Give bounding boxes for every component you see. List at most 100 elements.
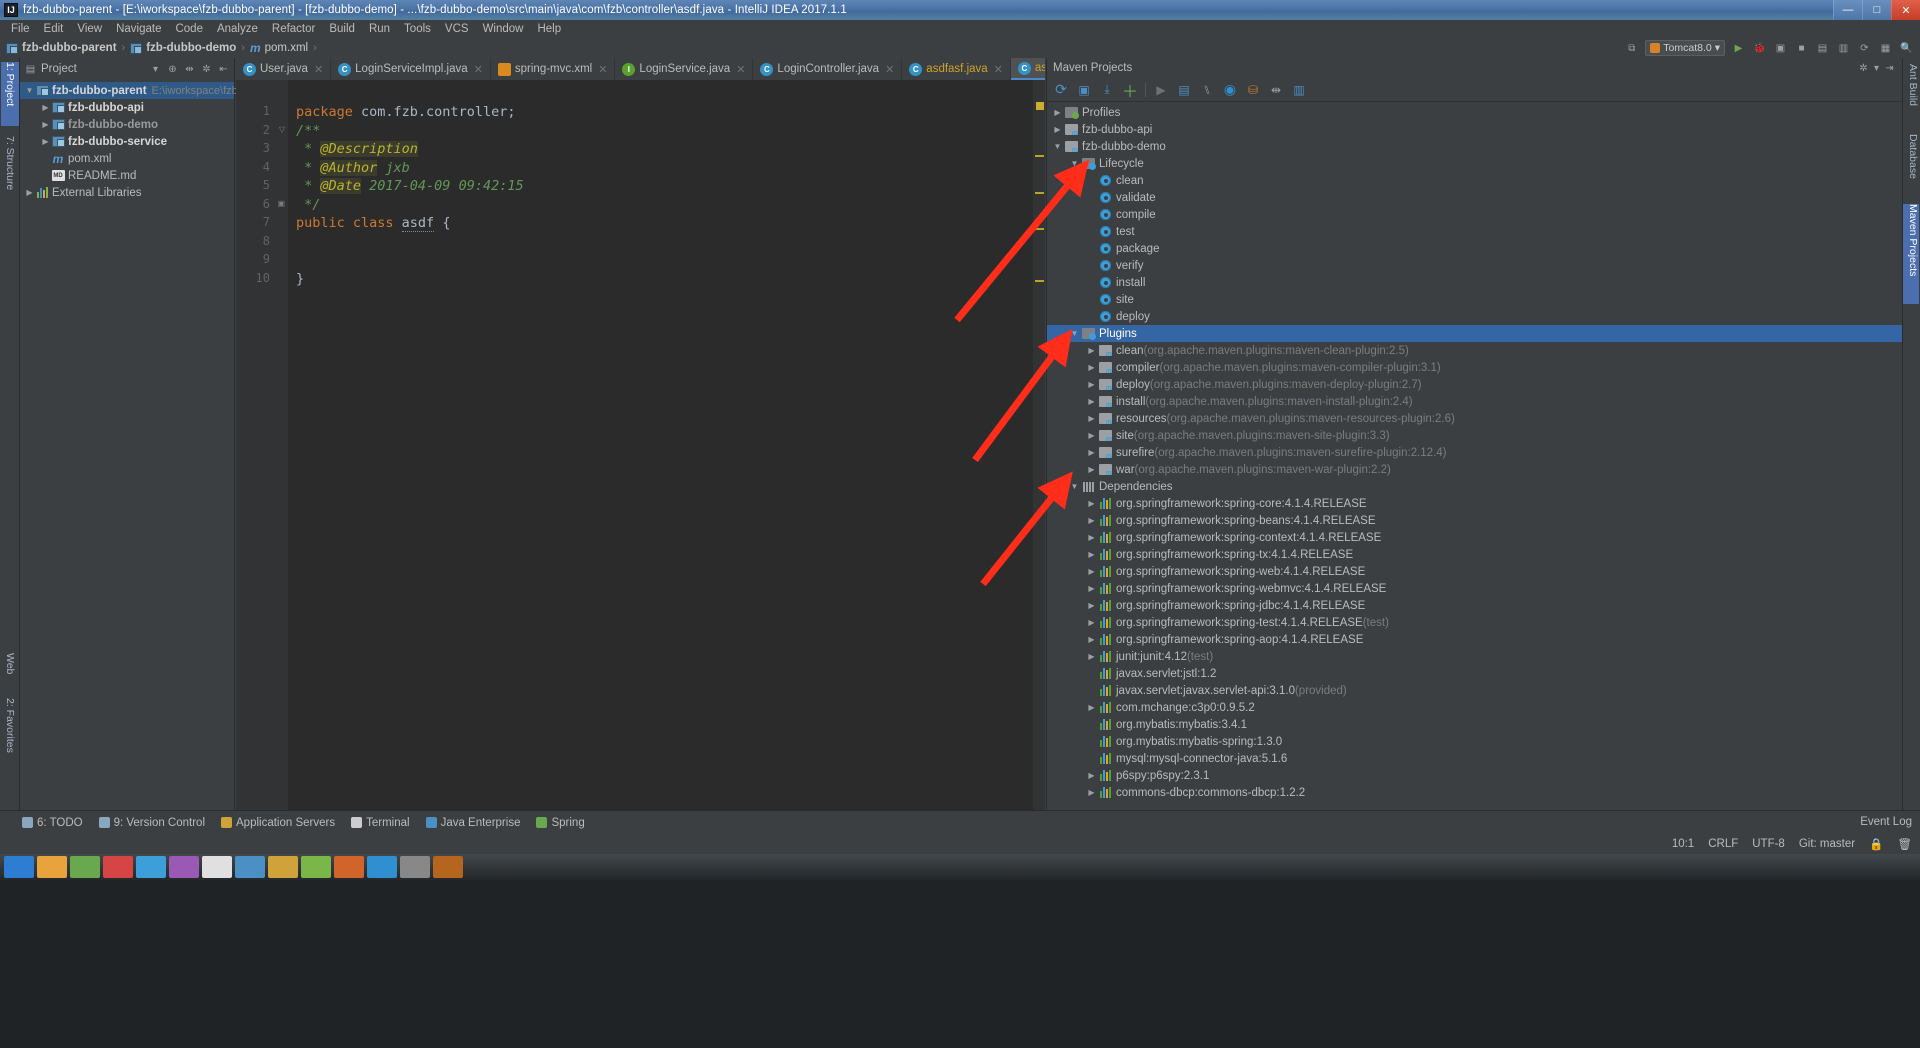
minimize-icon[interactable]: —: [1833, 0, 1862, 20]
execute-goal-icon[interactable]: ▤: [1174, 80, 1194, 100]
menu-item-tools[interactable]: Tools: [397, 22, 438, 36]
maven-tree-row[interactable]: ▶ site (org.apache.maven.plugins:maven-si…: [1047, 427, 1902, 444]
maven-tree-row[interactable]: ▶ org.springframework:spring-context:4.1.…: [1047, 529, 1902, 546]
chevron-right-icon[interactable]: ▶: [1085, 346, 1098, 355]
toggle-offline-icon[interactable]: ◉: [1220, 80, 1240, 100]
settings-gear-icon[interactable]: ✲: [200, 63, 213, 76]
close-icon[interactable]: ✕: [885, 63, 894, 76]
project-tree-row[interactable]: MD README.md: [20, 167, 234, 184]
maven-settings-icon[interactable]: ▥: [1289, 80, 1309, 100]
git-branch[interactable]: Git: master: [1799, 838, 1855, 850]
maven-tree-row[interactable]: ▶ surefire (org.apache.maven.plugins:mave…: [1047, 444, 1902, 461]
chevron-right-icon[interactable]: ▶: [1085, 601, 1098, 610]
chevron-down-icon[interactable]: ▼: [1068, 159, 1081, 168]
caret-position[interactable]: 10:1: [1672, 838, 1694, 850]
maven-tree-row[interactable]: ▼ Dependencies: [1047, 478, 1902, 495]
taskbar-app-icon[interactable]: [433, 856, 463, 878]
hide-panel-icon[interactable]: ⇤: [217, 63, 230, 76]
maven-tree-row[interactable]: javax.servlet:javax.servlet-api:3.1.0 (p…: [1047, 682, 1902, 699]
sidebar-item-ant-build[interactable]: Ant Build: [1903, 64, 1919, 126]
close-icon[interactable]: ✕: [1891, 0, 1920, 20]
chevron-right-icon[interactable]: ▶: [1085, 771, 1098, 780]
search-icon[interactable]: 🔍: [1899, 41, 1914, 56]
layout-icon[interactable]: ▦: [1878, 41, 1893, 56]
maven-tree-row[interactable]: site: [1047, 291, 1902, 308]
close-icon[interactable]: ✕: [474, 63, 483, 76]
download-sources-icon[interactable]: ⤓: [1097, 80, 1117, 100]
maven-tree-row[interactable]: ▼ Lifecycle: [1047, 155, 1902, 172]
add-maven-project-icon[interactable]: ＋: [1120, 80, 1140, 101]
settings-gear-icon[interactable]: ✲: [1857, 62, 1870, 75]
run-icon[interactable]: ▶: [1151, 80, 1171, 100]
editor-tab[interactable]: spring-mvc.xml ✕: [491, 58, 616, 80]
editor-tab[interactable]: I LoginService.java ✕: [615, 58, 754, 80]
close-icon[interactable]: ✕: [994, 63, 1003, 76]
taskbar-app-icon[interactable]: [169, 856, 199, 878]
locate-icon[interactable]: ⊕: [166, 63, 179, 76]
chevron-right-icon[interactable]: ▶: [1085, 431, 1098, 440]
project-tree-row[interactable]: ▶ fzb-dubbo-demo: [20, 116, 234, 133]
sidebar-item-maven-projects[interactable]: Maven Projects: [1903, 204, 1919, 304]
editor-tab[interactable]: C LoginController.java ✕: [753, 58, 903, 80]
project-tree-row[interactable]: ▶ External Libraries: [20, 184, 234, 201]
stretch-icon[interactable]: ⧉: [1624, 41, 1639, 56]
taskbar-app-icon[interactable]: [136, 856, 166, 878]
chevron-down-icon[interactable]: ▾: [149, 63, 162, 76]
maven-tree-row[interactable]: test: [1047, 223, 1902, 240]
editor-tab[interactable]: C User.java ✕: [236, 58, 332, 80]
status-bar-item[interactable]: 6: TODO: [22, 817, 83, 829]
chevron-right-icon[interactable]: ▶: [1085, 550, 1098, 559]
editor-marker-stripe[interactable]: [1033, 80, 1045, 810]
maven-tree-row[interactable]: ▶ war (org.apache.maven.plugins:maven-war…: [1047, 461, 1902, 478]
maven-tree-row[interactable]: org.mybatis:mybatis:3.4.1: [1047, 716, 1902, 733]
taskbar-app-icon[interactable]: [202, 856, 232, 878]
taskbar-app-icon[interactable]: [367, 856, 397, 878]
maven-tree-row[interactable]: ▶ Profiles: [1047, 104, 1902, 121]
avd-manager-icon[interactable]: ▤: [1815, 41, 1830, 56]
maven-tree-row[interactable]: ▶ commons-dbcp:commons-dbcp:1.2.2: [1047, 784, 1902, 801]
chevron-right-icon[interactable]: ▶: [1085, 635, 1098, 644]
maven-tree-row[interactable]: ▶ org.springframework:spring-tx:4.1.4.REL…: [1047, 546, 1902, 563]
hide-panel-icon[interactable]: ⇥: [1883, 62, 1896, 75]
chevron-down-icon[interactable]: ▾: [1870, 62, 1883, 75]
chevron-right-icon[interactable]: ▶: [40, 103, 51, 112]
maven-tree-row[interactable]: mysql:mysql-connector-java:5.1.6: [1047, 750, 1902, 767]
run-configuration-selector[interactable]: Tomcat8.0 ▾: [1645, 40, 1725, 56]
collapse-all-icon[interactable]: ⇹: [1266, 80, 1286, 100]
project-tree-row[interactable]: ▶ fzb-dubbo-service: [20, 133, 234, 150]
maven-tree-row[interactable]: compile: [1047, 206, 1902, 223]
maven-tree-row[interactable]: verify: [1047, 257, 1902, 274]
coverage-icon[interactable]: ▣: [1773, 41, 1788, 56]
chevron-right-icon[interactable]: ▶: [1085, 618, 1098, 627]
reimport-icon[interactable]: ⟳: [1051, 80, 1071, 100]
chevron-right-icon[interactable]: ▶: [1085, 703, 1098, 712]
sidebar-item-favorites[interactable]: 2: Favorites: [1, 698, 19, 786]
chevron-right-icon[interactable]: ▶: [40, 120, 51, 129]
sidebar-item-database[interactable]: Database: [1903, 134, 1919, 196]
chevron-down-icon[interactable]: ▼: [24, 86, 35, 95]
code-fold-icon[interactable]: ▽: [279, 125, 285, 134]
maven-tree-row[interactable]: ▶ org.springframework:spring-aop:4.1.4.RE…: [1047, 631, 1902, 648]
toggle-skip-tests-icon[interactable]: ⑊: [1197, 80, 1217, 100]
event-log-label[interactable]: Event Log: [1860, 816, 1912, 828]
close-icon[interactable]: ✕: [598, 63, 607, 76]
status-bar-item[interactable]: Spring: [536, 817, 585, 829]
menu-item-window[interactable]: Window: [476, 22, 531, 36]
maven-tree-row[interactable]: ▶ compiler (org.apache.maven.plugins:mave…: [1047, 359, 1902, 376]
maximize-icon[interactable]: □: [1862, 0, 1891, 20]
maven-tree-row[interactable]: ▶ org.springframework:spring-web:4.1.4.RE…: [1047, 563, 1902, 580]
maven-tree-row[interactable]: ▶ fzb-dubbo-api: [1047, 121, 1902, 138]
maven-tree-row[interactable]: install: [1047, 274, 1902, 291]
collapse-all-icon[interactable]: ⇹: [183, 63, 196, 76]
chevron-right-icon[interactable]: ▶: [1085, 584, 1098, 593]
chevron-down-icon[interactable]: ▼: [1068, 482, 1081, 491]
maven-tree-row[interactable]: ▶ org.springframework:spring-test:4.1.4.R…: [1047, 614, 1902, 631]
menu-item-navigate[interactable]: Navigate: [109, 22, 168, 36]
chevron-right-icon[interactable]: ▶: [1085, 652, 1098, 661]
project-tree-row[interactable]: m pom.xml: [20, 150, 234, 167]
chevron-right-icon[interactable]: ▶: [1085, 567, 1098, 576]
breadcrumb-parent[interactable]: fzb-dubbo-parent: [22, 42, 117, 54]
chevron-right-icon[interactable]: ▶: [1085, 533, 1098, 542]
maven-tree-row[interactable]: ▶ deploy (org.apache.maven.plugins:maven-…: [1047, 376, 1902, 393]
menu-item-analyze[interactable]: Analyze: [210, 22, 265, 36]
